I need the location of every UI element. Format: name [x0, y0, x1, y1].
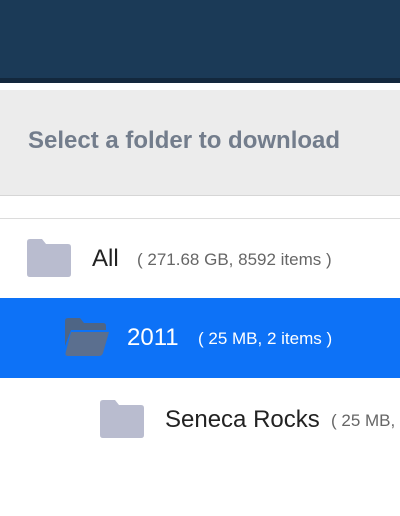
- folder-icon: [27, 239, 71, 277]
- folder-name: All: [92, 245, 119, 272]
- folder-row-seneca-rocks[interactable]: Seneca Rocks ( 25 MB,: [0, 380, 400, 460]
- folder-size-info: ( 25 MB,: [331, 411, 396, 430]
- app-top-bar: [0, 0, 400, 83]
- folder-size-info: ( 271.68 GB, 8592 items ): [137, 250, 332, 269]
- dialog-header: Select a folder to download: [0, 90, 400, 196]
- folder-name: 2011: [127, 324, 179, 351]
- folder-size-info: ( 25 MB, 2 items ): [198, 329, 333, 348]
- folder-open-icon: [65, 318, 109, 356]
- folder-row-2011[interactable]: 2011 ( 25 MB, 2 items ): [0, 298, 400, 378]
- folder-name: Seneca Rocks: [165, 406, 320, 433]
- page-title: Select a folder to download: [28, 127, 341, 154]
- folder-row-all[interactable]: All ( 271.68 GB, 8592 items ): [0, 219, 400, 299]
- folder-icon: [100, 400, 144, 438]
